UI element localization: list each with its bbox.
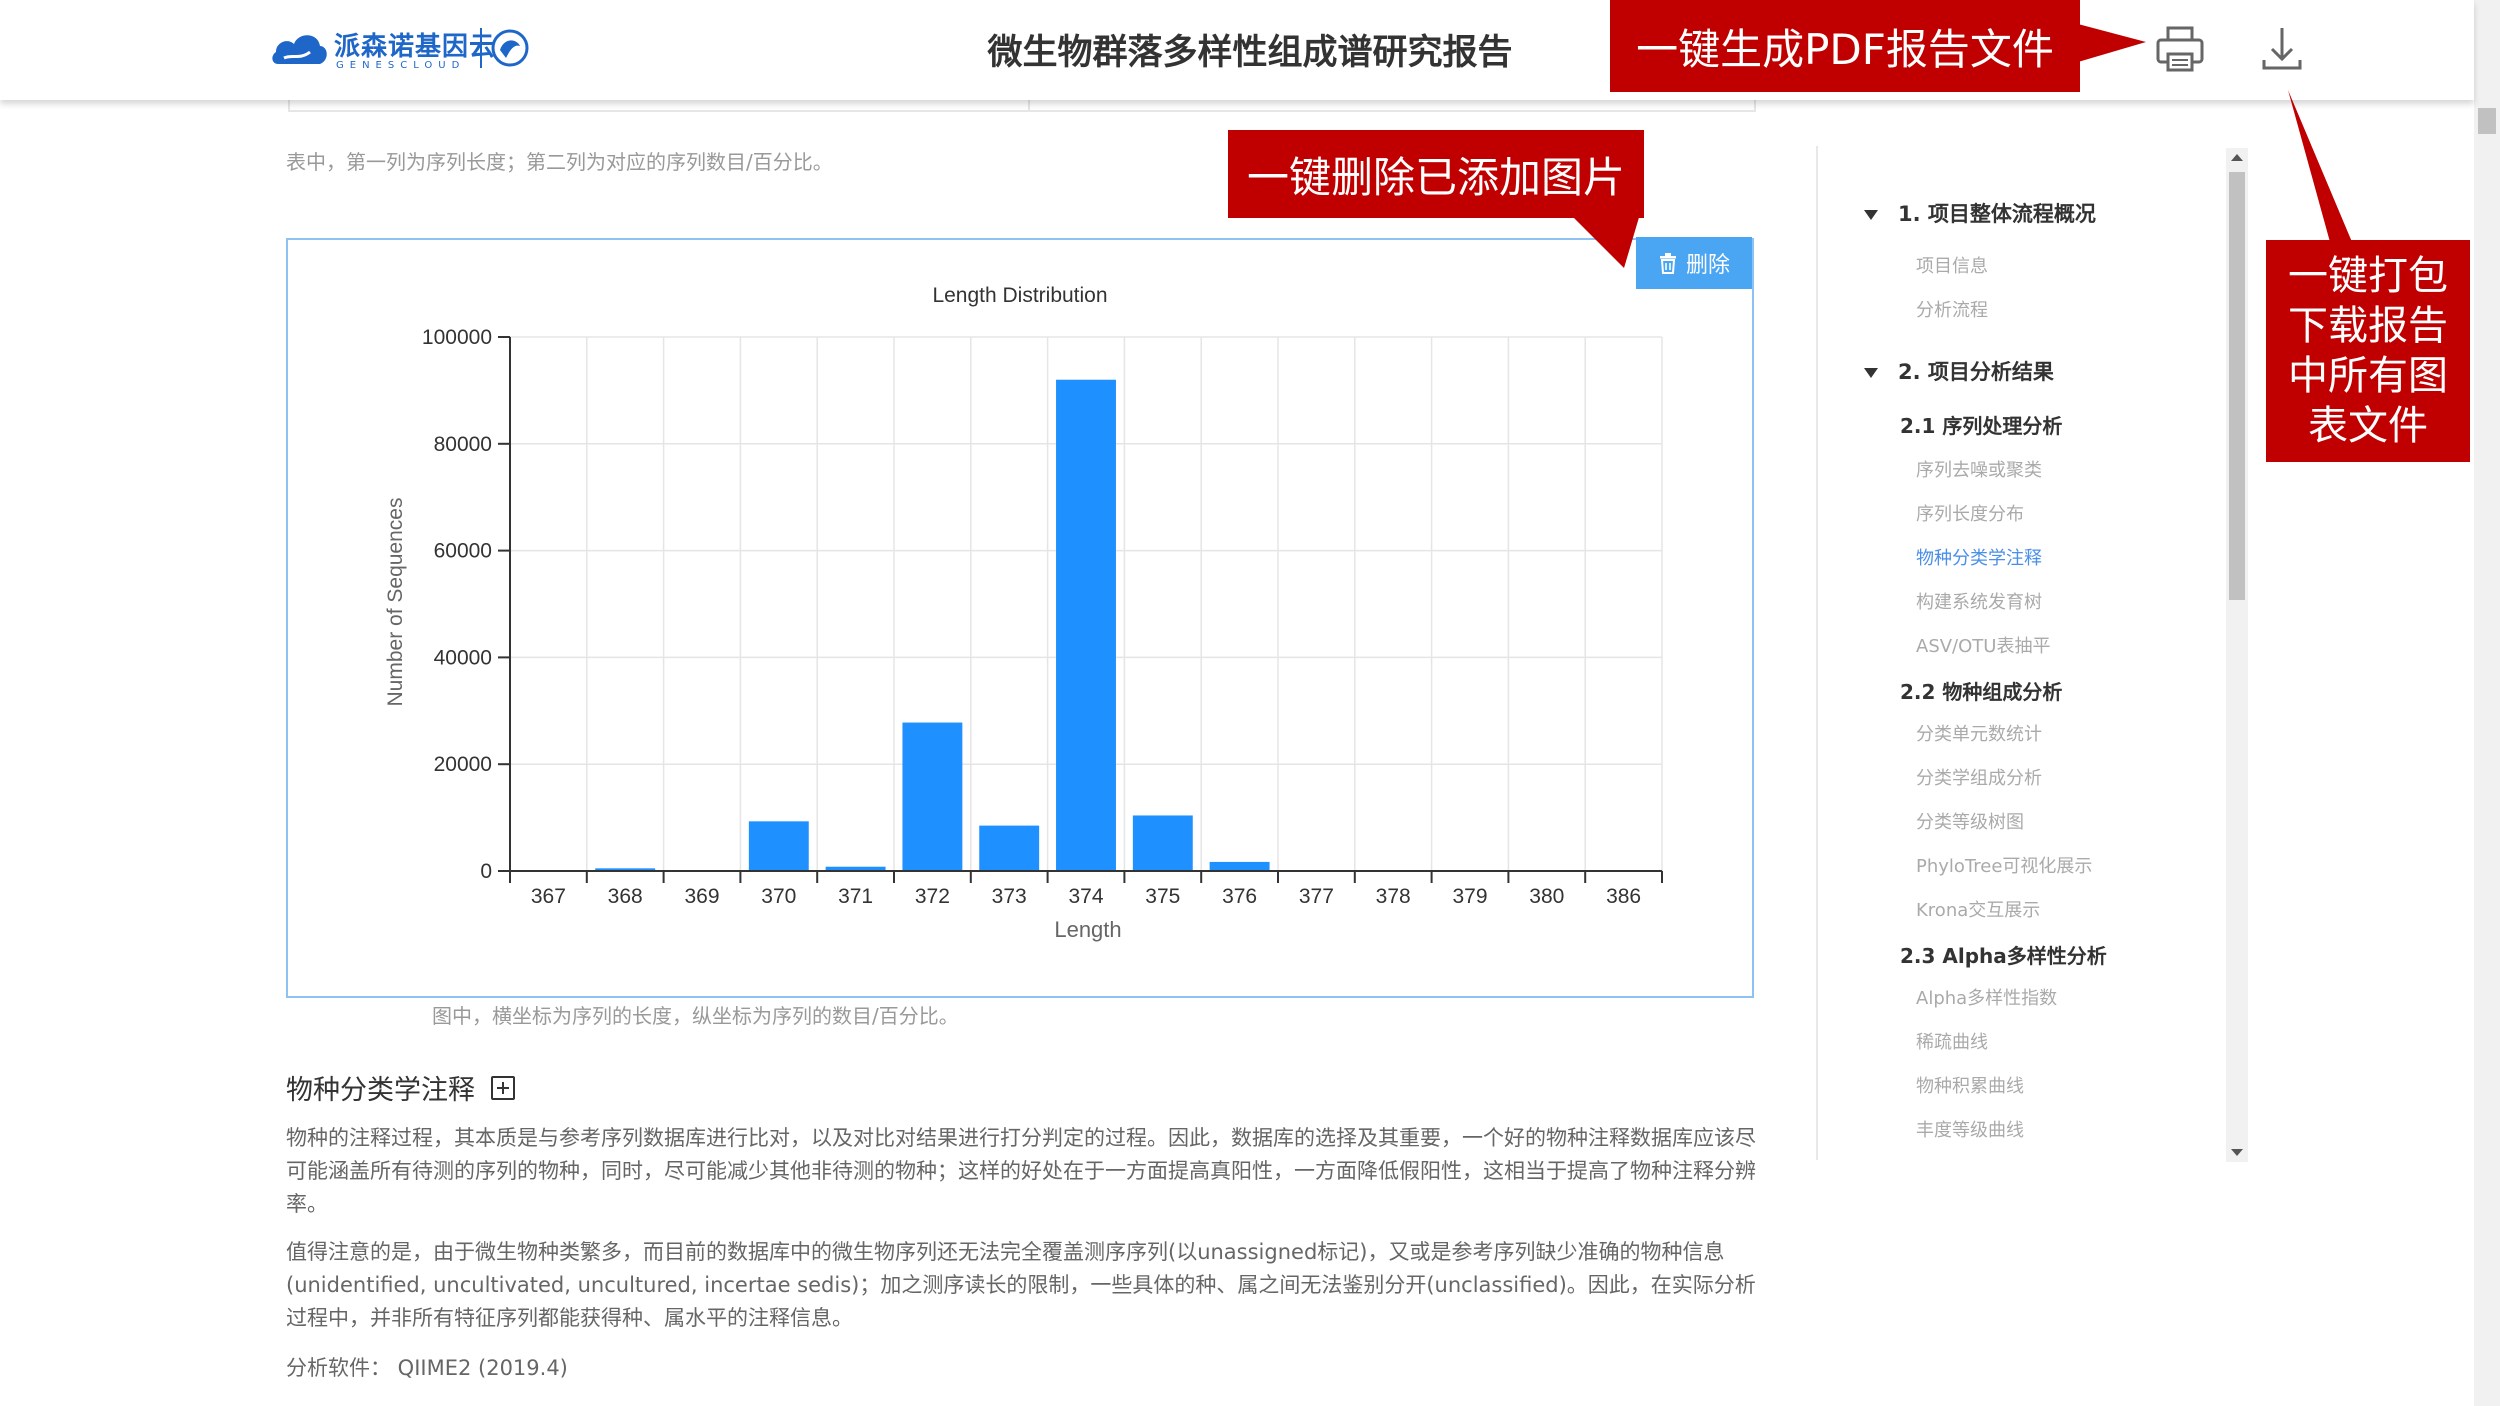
callout-delete: 一键删除已添加图片 (1228, 130, 1644, 218)
pointer-download (2288, 90, 2352, 242)
callout-pdf: 一键生成PDF报告文件 (1610, 0, 2080, 92)
callout-download-text: 一键打包 下载报告 中所有图 表文件 (2288, 253, 2448, 449)
pointer-delete (1570, 214, 1640, 268)
report-page: 派森诺基因云 GENESCLOUD 微生物群落多样性组成谱研究报告 表中，第一列… (0, 0, 2500, 1406)
pointer-pdf (2078, 24, 2146, 62)
callout-download: 一键打包 下载报告 中所有图 表文件 (2266, 240, 2470, 462)
